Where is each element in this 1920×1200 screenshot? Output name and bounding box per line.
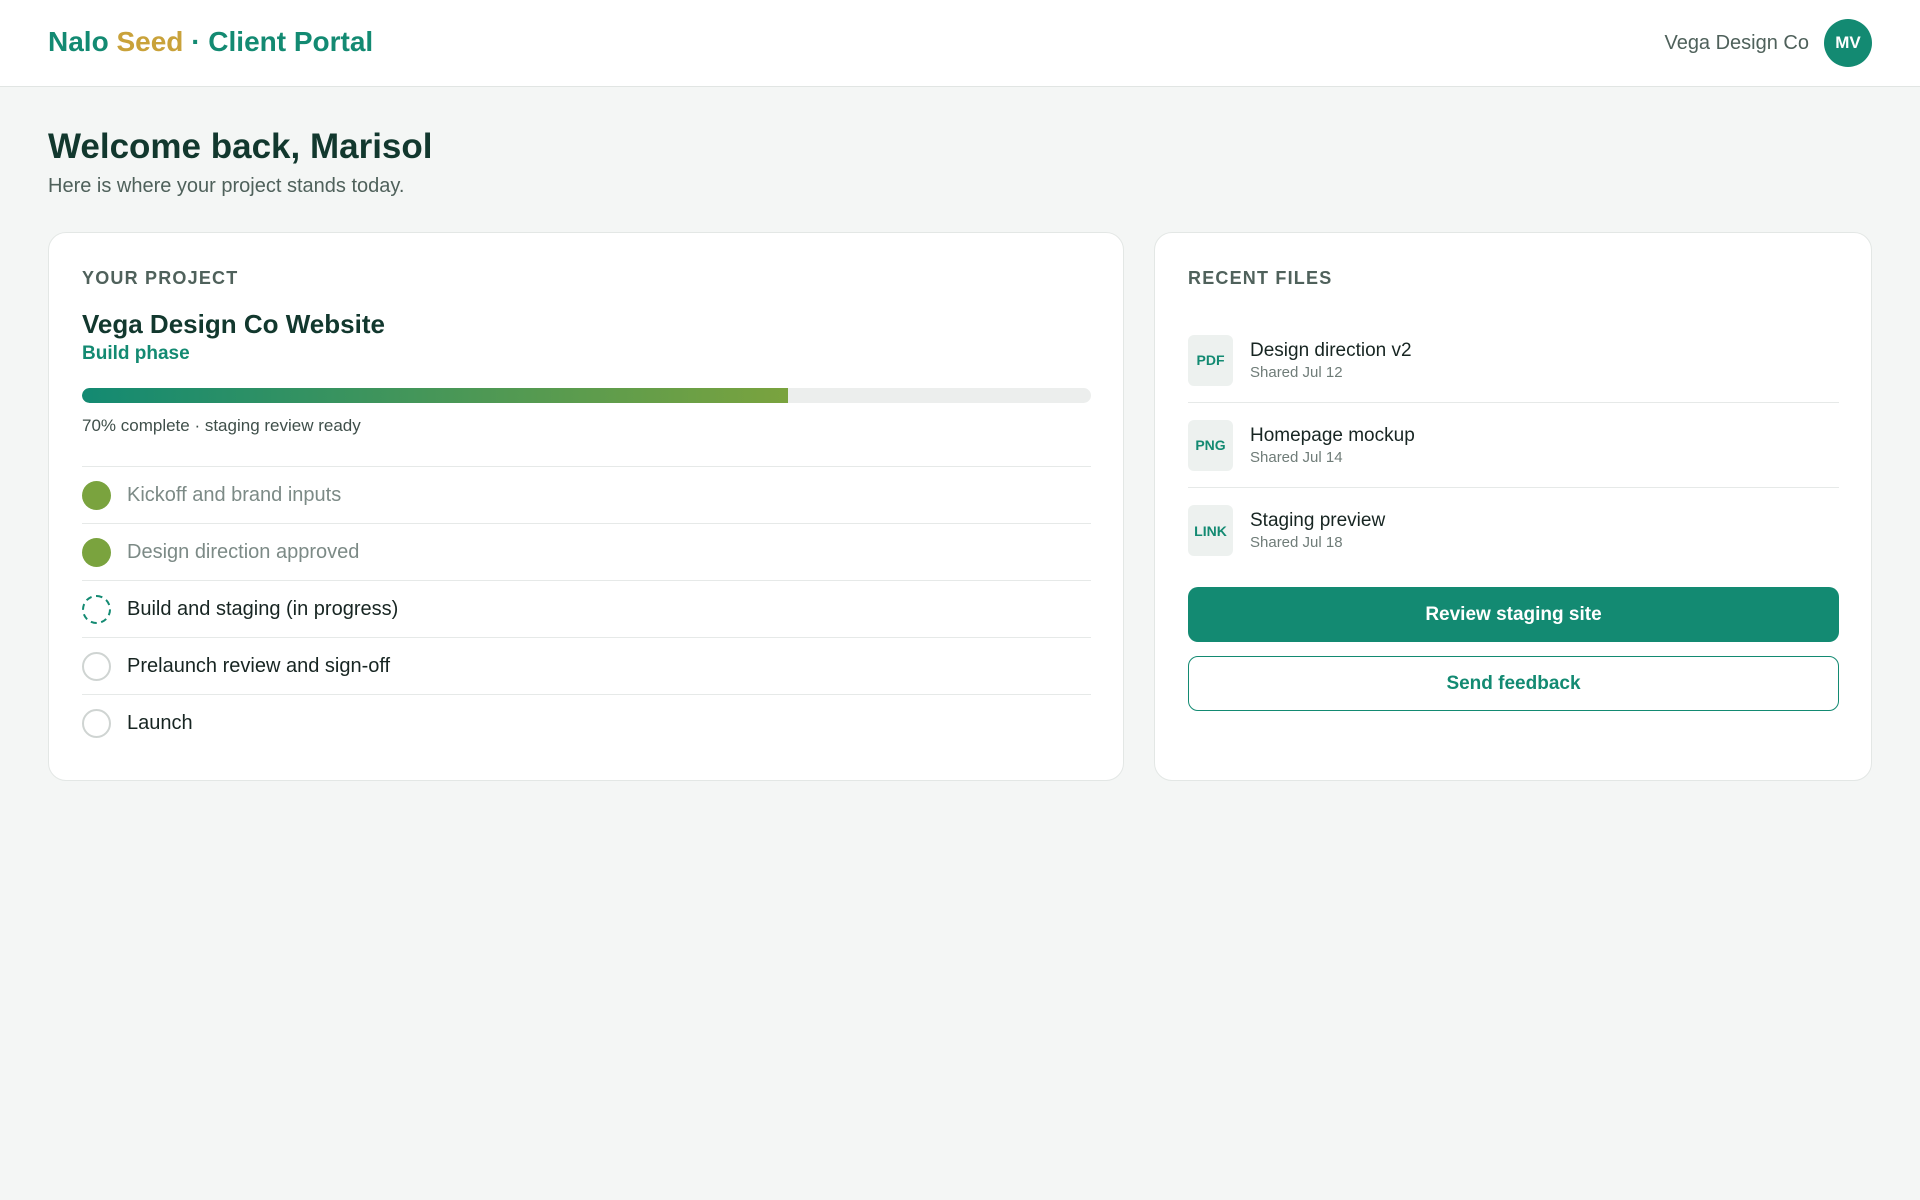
progress-bar — [82, 388, 1091, 403]
recent-files-card: RECENT FILES PDF Design direction v2 Share… — [1154, 232, 1872, 781]
project-name: Vega Design Co Website — [82, 309, 385, 339]
milestone-item: Kickoff and brand inputs — [82, 466, 1091, 523]
empty-circle-icon — [82, 651, 111, 681]
brand-portal-label: Client Portal — [208, 26, 374, 57]
review-staging-button[interactable]: Review staging site — [1188, 587, 1839, 642]
top-bar: Nalo Seed · Client Portal Vega Design Co… — [0, 0, 1920, 87]
milestone-label: Prelaunch review and sign-off — [127, 654, 391, 677]
file-type-icon: LINK — [1188, 505, 1233, 556]
milestone-label: Build and staging (in progress) — [127, 597, 399, 620]
milestone-item: Build and staging (in progress) — [82, 580, 1091, 637]
file-type-icon: PDF — [1188, 334, 1233, 386]
check-circle-icon — [82, 480, 111, 510]
in-progress-circle-icon — [82, 594, 111, 624]
project-phase: Build phase — [82, 343, 190, 364]
check-circle-icon — [82, 537, 111, 567]
empty-circle-icon — [82, 708, 111, 738]
file-name[interactable]: Staging preview — [1250, 510, 1385, 532]
file-name[interactable]: Design direction v2 — [1250, 340, 1412, 362]
file-info: Homepage mockup Shared Jul 14 — [1250, 425, 1415, 466]
brand-name-part2: Seed — [116, 26, 184, 57]
milestone-list: Kickoff and brand inputs Design direction… — [82, 466, 1091, 751]
milestone-label: Design direction approved — [127, 540, 360, 563]
milestone-item: Prelaunch review and sign-off — [82, 637, 1091, 694]
file-item[interactable]: LINK Staging preview Shared Jul 18 — [1188, 488, 1839, 573]
account-menu[interactable]: Vega Design Co MV — [1664, 19, 1872, 67]
brand-name-part1: Nalo — [48, 26, 109, 57]
milestone-item: Design direction approved — [82, 523, 1091, 580]
file-info: Design direction v2 Shared Jul 12 — [1250, 340, 1412, 381]
brand-logo[interactable]: Nalo Seed · Client Portal — [48, 26, 373, 58]
page-subtitle: Here is where your project stands today. — [48, 175, 405, 197]
file-type-icon: PNG — [1188, 419, 1233, 471]
milestone-label: Kickoff and brand inputs — [127, 483, 342, 506]
project-section-label: YOUR PROJECT — [82, 268, 239, 288]
file-name[interactable]: Homepage mockup — [1250, 425, 1415, 447]
file-date: Shared Jul 12 — [1250, 363, 1343, 381]
file-date: Shared Jul 14 — [1250, 448, 1343, 466]
files-section-label: RECENT FILES — [1188, 268, 1333, 288]
project-card: YOUR PROJECT Vega Design Co Website Buil… — [48, 232, 1124, 781]
progress-text: 70% complete · staging review ready — [82, 416, 361, 435]
file-info: Staging preview Shared Jul 18 — [1250, 510, 1385, 551]
brand-separator: · — [191, 26, 201, 57]
milestone-item: Launch — [82, 694, 1091, 751]
progress-bar-fill — [82, 388, 789, 403]
page-title: Welcome back, Marisol — [48, 127, 433, 166]
avatar[interactable]: MV — [1824, 19, 1872, 67]
account-name: Vega Design Co — [1664, 31, 1809, 54]
milestone-label: Launch — [127, 711, 193, 734]
send-feedback-button[interactable]: Send feedback — [1188, 656, 1839, 711]
file-item[interactable]: PDF Design direction v2 Shared Jul 12 — [1188, 318, 1839, 403]
file-list: PDF Design direction v2 Shared Jul 12 PNG Ho… — [1188, 318, 1839, 573]
file-date: Shared Jul 18 — [1250, 534, 1343, 551]
file-item[interactable]: PNG Homepage mockup Shared Jul 14 — [1188, 403, 1839, 488]
